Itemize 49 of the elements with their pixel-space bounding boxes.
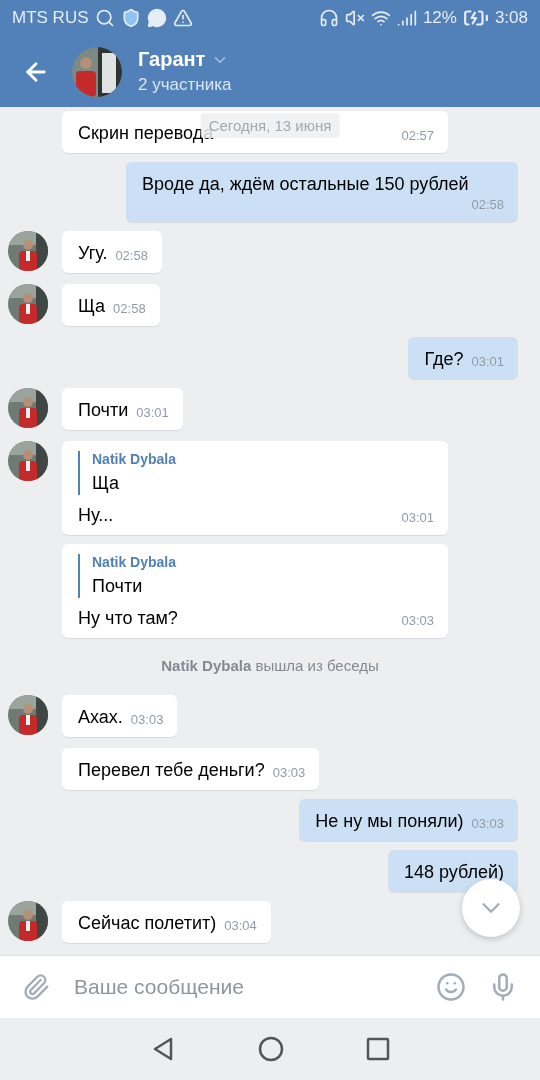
quote-text: Почти bbox=[92, 575, 144, 598]
message-text: 148 рублей) bbox=[403, 861, 504, 884]
message-time: 03:03 bbox=[130, 711, 164, 729]
message-text: Ща bbox=[78, 295, 106, 318]
message-time: 03:04 bbox=[224, 917, 257, 935]
message-time: 02:58 bbox=[113, 300, 146, 318]
signal-icon bbox=[396, 8, 417, 28]
message-text: Вроде да, ждём остальные 150 рублей bbox=[142, 173, 469, 196]
message-time: 03:03 bbox=[471, 815, 504, 833]
chat-title[interactable]: Гарант bbox=[138, 48, 206, 71]
system-message: Natik Dybala вышла из беседы bbox=[160, 656, 380, 676]
quoted-message[interactable]: Natik Dybala Ща bbox=[78, 451, 434, 495]
message-text: Угу. bbox=[78, 242, 108, 265]
headphones-icon bbox=[318, 8, 339, 28]
message-time: 03:01 bbox=[136, 404, 169, 422]
message-text: Где? bbox=[424, 348, 464, 371]
message-text: Почти bbox=[78, 399, 129, 422]
message-time: 03:03 bbox=[401, 612, 434, 630]
mute-icon bbox=[344, 8, 365, 28]
message-time: 02:58 bbox=[115, 247, 148, 265]
quote-author: Natik Dybala bbox=[92, 451, 178, 467]
message-text: Ну что там? bbox=[78, 607, 178, 630]
message-time: 03:03 bbox=[272, 764, 306, 782]
warning-icon bbox=[172, 8, 193, 28]
chat-bubble-icon bbox=[146, 8, 167, 28]
search-icon bbox=[94, 8, 115, 28]
emoji-icon[interactable] bbox=[436, 972, 466, 1002]
wifi-icon bbox=[370, 8, 391, 28]
quote-author: Natik Dybala bbox=[92, 554, 178, 570]
attach-icon[interactable] bbox=[22, 973, 50, 1001]
message-time: 02:57 bbox=[401, 127, 434, 145]
clock: 3:08 bbox=[494, 8, 528, 28]
message-time: 02:58 bbox=[471, 196, 504, 214]
message-text: Ну... bbox=[78, 504, 114, 527]
battery-percent: 12% bbox=[422, 8, 457, 28]
message-text: Не ну мы поняли) bbox=[315, 810, 464, 833]
home-nav-button[interactable] bbox=[258, 1036, 284, 1062]
message-field[interactable]: Ваше сообщение bbox=[0, 955, 540, 1018]
message-text: Сейчас полетит) bbox=[78, 912, 217, 935]
recents-nav-button[interactable] bbox=[366, 1037, 390, 1061]
quoted-message[interactable]: Natik Dybala Почти bbox=[78, 554, 434, 598]
message-time: 03:01 bbox=[401, 509, 434, 527]
message-text: Перевел тебе деньги? bbox=[78, 759, 265, 782]
member-count: 2 участника bbox=[138, 75, 232, 95]
message-input[interactable]: Ваше сообщение bbox=[72, 974, 414, 1000]
message-time: 03:01 bbox=[471, 353, 504, 371]
message-text: Ахах. bbox=[78, 706, 123, 729]
quote-text: Ща bbox=[92, 472, 121, 495]
carrier-name: MTS RUS bbox=[12, 8, 89, 28]
